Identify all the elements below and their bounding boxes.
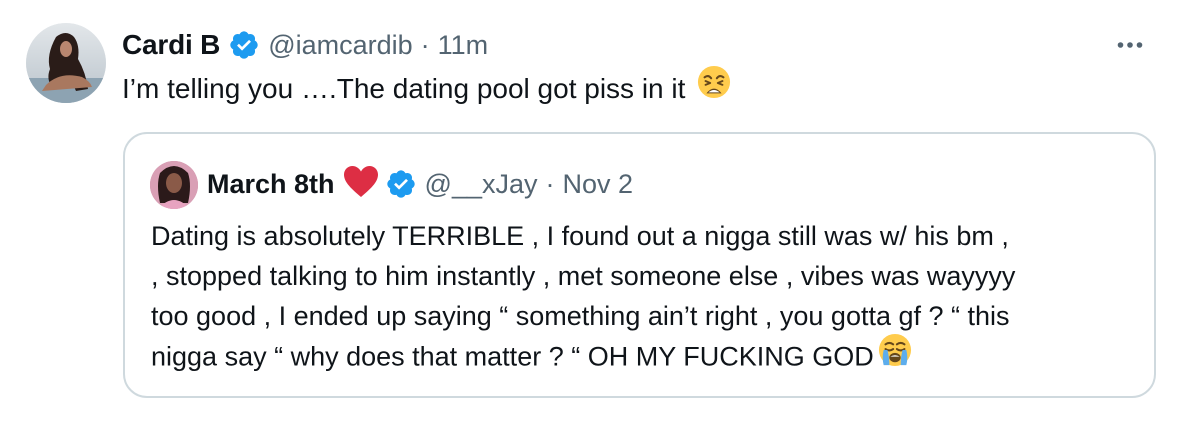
red-heart-icon [343, 165, 379, 204]
verified-badge-icon [228, 29, 260, 61]
author-handle[interactable]: @iamcardib [268, 30, 412, 61]
tweet-text-content: I’m telling you ….The dating pool got pi… [122, 72, 686, 104]
quoted-text-line: , stopped talking to him instantly , met… [151, 261, 1016, 291]
quoted-separator-dot: · [545, 168, 555, 199]
more-options-button[interactable] [1110, 30, 1150, 60]
quoted-tweet-header: March 8th @__xJay · Nov 2 [207, 164, 633, 204]
tweet-header: Cardi B @iamcardib · 11m [122, 25, 488, 65]
quoted-tweet-text: Dating is absolutely TERRIBLE , I found … [151, 216, 1141, 381]
quoted-author-handle: @__xJay [424, 168, 538, 199]
tweet: Cardi B @iamcardib · 11m I’m telling you… [0, 0, 1186, 424]
quoted-author-avatar[interactable] [150, 161, 198, 209]
quoted-text-line: too good , I ended up saying “ something… [151, 301, 1010, 331]
quoted-text-line-content: nigga say “ why does that matter ? “ OH … [151, 341, 874, 372]
more-horizontal-icon [1117, 36, 1143, 54]
separator-dot: · [420, 29, 430, 60]
tweet-text: I’m telling you ….The dating pool got pi… [122, 65, 731, 113]
author-avatar[interactable] [26, 23, 106, 103]
author-name[interactable]: Cardi B [122, 29, 220, 61]
quoted-text-line: Dating is absolutely TERRIBLE , I found … [151, 221, 1009, 251]
quoted-author-name: March 8th [207, 168, 335, 199]
weary-face-icon [697, 65, 731, 110]
quoted-timestamp: Nov 2 [562, 168, 634, 199]
loudly-crying-face-icon [878, 333, 912, 378]
quoted-tweet-card[interactable]: March 8th @__xJay · Nov 2 Dating is abso… [123, 132, 1156, 398]
quoted-verified-badge-icon [385, 168, 417, 200]
tweet-timestamp[interactable]: 11m [438, 30, 489, 61]
quoted-text-line: nigga say “ why does that matter ? “ OH … [151, 333, 1141, 381]
